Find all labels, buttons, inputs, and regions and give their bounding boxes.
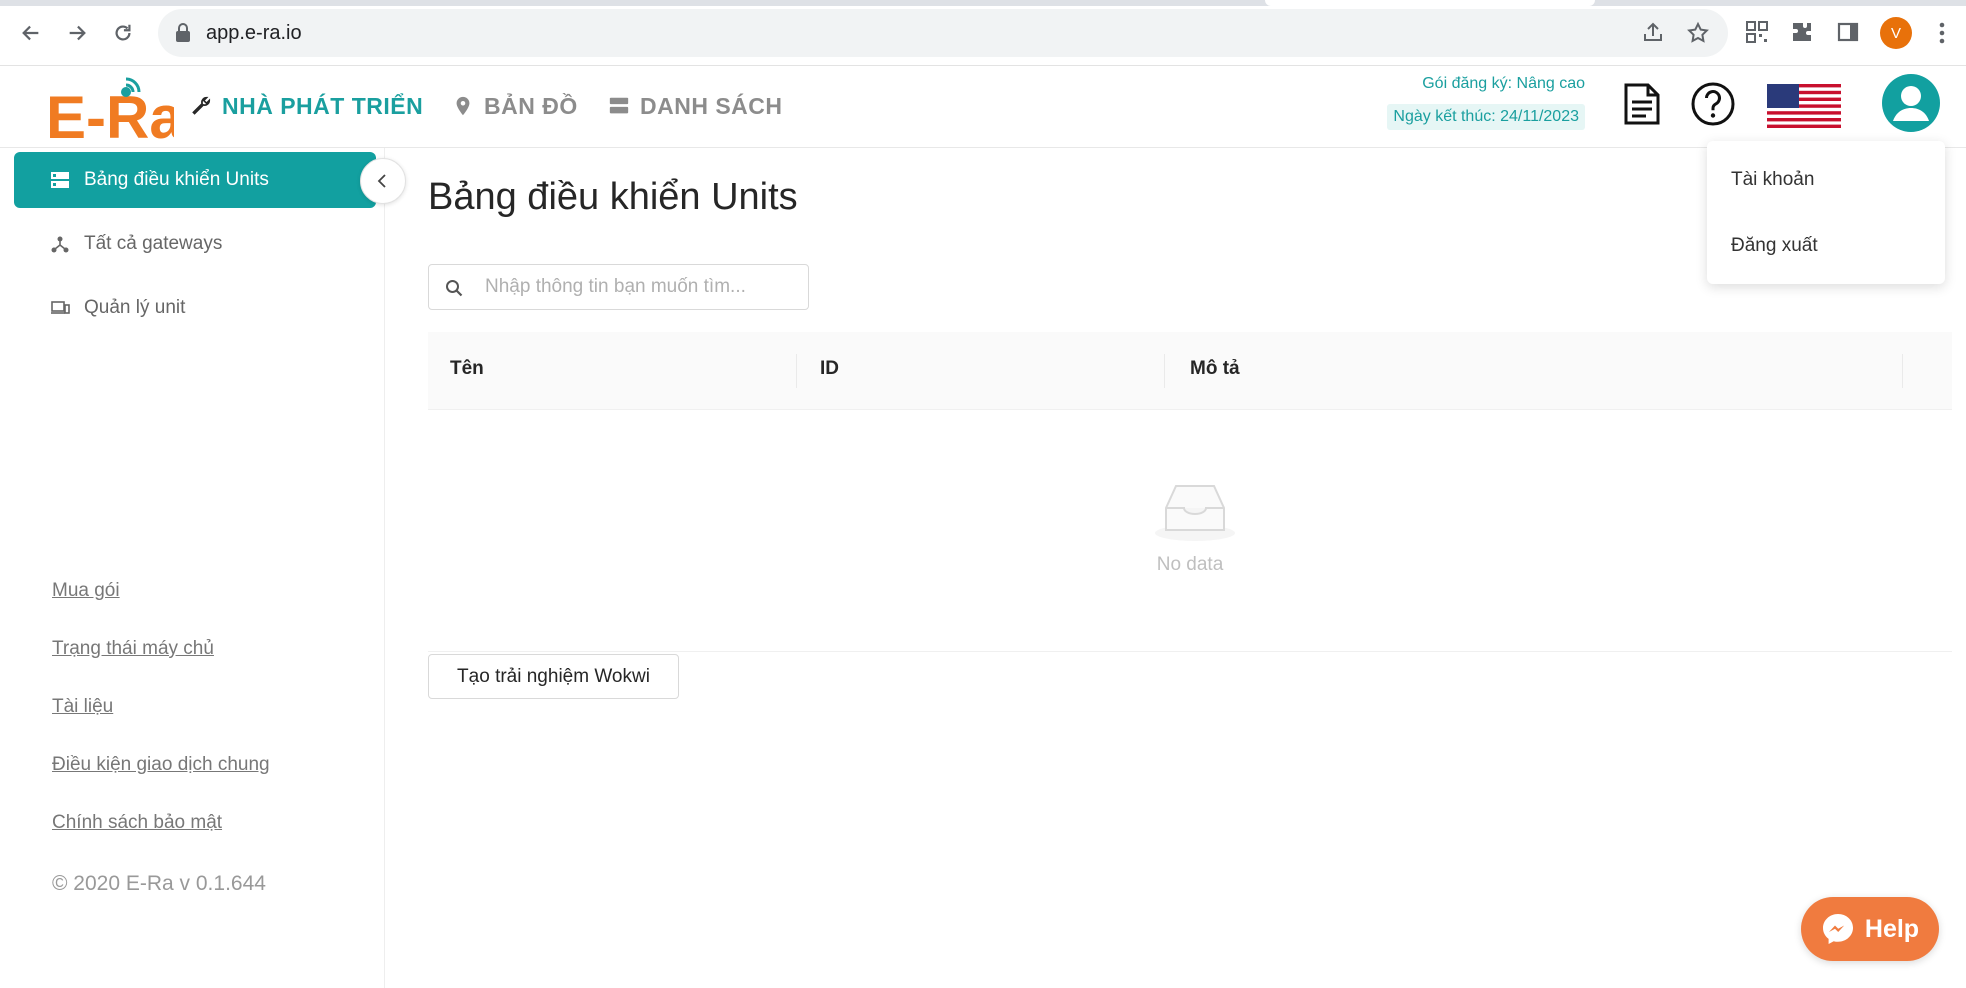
subscription-plan: Gói đăng ký: Nâng cao: [1422, 75, 1585, 92]
column-divider: [1902, 354, 1903, 388]
column-header-name: Tên: [450, 358, 484, 379]
chevron-left-icon: [377, 174, 386, 188]
back-button[interactable]: [16, 18, 46, 48]
star-icon[interactable]: [1686, 21, 1710, 45]
sidebar: Bảng điều khiển Units Tất cả gateways Qu…: [0, 148, 385, 988]
account-dropdown-menu: Tài khoản Đăng xuất: [1707, 141, 1945, 284]
profile-avatar[interactable]: V: [1880, 17, 1912, 49]
svg-text:E-Ra: E-Ra: [46, 84, 174, 144]
nav-map-label: BẢN ĐỒ: [484, 92, 578, 119]
table-header: Tên ID Mô tả: [428, 332, 1952, 410]
user-avatar-icon[interactable]: [1882, 74, 1940, 132]
sidebar-item-unit-management[interactable]: Quản lý unit: [14, 280, 376, 336]
sidebar-item-label: Tất cả gateways: [84, 233, 223, 254]
url-text: app.e-ra.io: [206, 22, 302, 44]
era-logo[interactable]: E-Ra: [46, 74, 174, 144]
sidebar-item-label: Quản lý unit: [84, 297, 186, 318]
search-icon: [446, 280, 463, 297]
browser-toolbar: app.e-ra.io V: [0, 0, 1966, 66]
share-icon[interactable]: [1641, 21, 1665, 45]
search-field[interactable]: [428, 264, 809, 310]
link-buy-plan[interactable]: Mua gói: [52, 580, 120, 602]
menu-item-logout[interactable]: Đăng xuất: [1731, 235, 1818, 257]
help-chat-button[interactable]: Help: [1801, 897, 1939, 961]
us-flag-icon[interactable]: [1767, 84, 1841, 128]
arrow-left-icon: [22, 25, 39, 41]
list-icon: [609, 97, 629, 114]
wrench-icon: [192, 96, 211, 115]
link-terms[interactable]: Điều kiện giao dịch chung: [52, 754, 270, 776]
browser-tab-strip: [0, 0, 1966, 6]
browser-tab-edge: [1265, 0, 1595, 6]
link-documentation[interactable]: Tài liệu: [52, 696, 113, 718]
link-server-status[interactable]: Trạng thái máy chủ: [52, 638, 214, 660]
column-divider: [796, 354, 797, 388]
sidebar-item-units-dashboard[interactable]: Bảng điều khiển Units: [14, 152, 376, 208]
column-header-description: Mô tả: [1190, 358, 1240, 379]
empty-inbox-icon: [1155, 485, 1235, 541]
column-divider: [1164, 354, 1165, 388]
nav-list[interactable]: DANH SÁCH: [608, 86, 783, 126]
reload-button[interactable]: [108, 18, 138, 48]
help-label: Help: [1864, 914, 1920, 943]
messenger-icon: [1822, 914, 1853, 944]
side-panel-icon[interactable]: [1836, 20, 1860, 44]
table-empty-state: No data: [428, 410, 1952, 652]
reload-icon: [115, 24, 131, 41]
nav-developer[interactable]: NHÀ PHÁT TRIỂN: [190, 86, 423, 126]
app-header: E-Ra NHÀ PHÁT TRIỂN BẢN ĐỒ DANH SÁCH Gói…: [0, 66, 1966, 148]
nav-map[interactable]: BẢN ĐỒ: [452, 86, 578, 126]
empty-text: No data: [1156, 554, 1224, 575]
devices-icon: [51, 301, 70, 314]
more-vertical-icon[interactable]: [1930, 18, 1954, 48]
create-wokwi-button[interactable]: Tạo trải nghiệm Wokwi: [428, 654, 679, 699]
forward-button[interactable]: [62, 18, 92, 48]
subscription-info: Gói đăng ký: Nâng cao Ngày kết thúc: 24/…: [1387, 74, 1585, 130]
map-pin-icon: [456, 96, 470, 116]
dashboard-icon: [51, 172, 69, 188]
copyright: © 2020 E-Ra v 0.1.644: [52, 872, 266, 895]
nav-list-label: DANH SÁCH: [640, 92, 783, 119]
lock-icon: [176, 23, 190, 42]
sidebar-collapse-button[interactable]: [360, 158, 406, 204]
search-input[interactable]: [485, 273, 795, 301]
qr-code-icon[interactable]: [1745, 20, 1769, 44]
gateway-icon: [51, 236, 69, 253]
menu-item-account[interactable]: Tài khoản: [1731, 169, 1814, 191]
question-circle-icon[interactable]: [1690, 81, 1736, 127]
sidebar-item-gateways[interactable]: Tất cả gateways: [14, 216, 376, 272]
sidebar-item-label: Bảng điều khiển Units: [84, 169, 269, 190]
nav-developer-label: NHÀ PHÁT TRIỂN: [222, 92, 424, 119]
address-bar[interactable]: app.e-ra.io: [158, 9, 1728, 57]
page-title: Bảng điều khiển Units: [428, 176, 798, 218]
document-icon[interactable]: [1622, 82, 1662, 126]
link-privacy-policy[interactable]: Chính sách bảo mật: [52, 812, 222, 834]
subscription-end-date: Ngày kết thúc: 24/11/2023: [1387, 104, 1585, 130]
column-header-id: ID: [820, 358, 839, 379]
puzzle-extension-icon[interactable]: [1790, 20, 1814, 44]
arrow-right-icon: [69, 25, 86, 41]
